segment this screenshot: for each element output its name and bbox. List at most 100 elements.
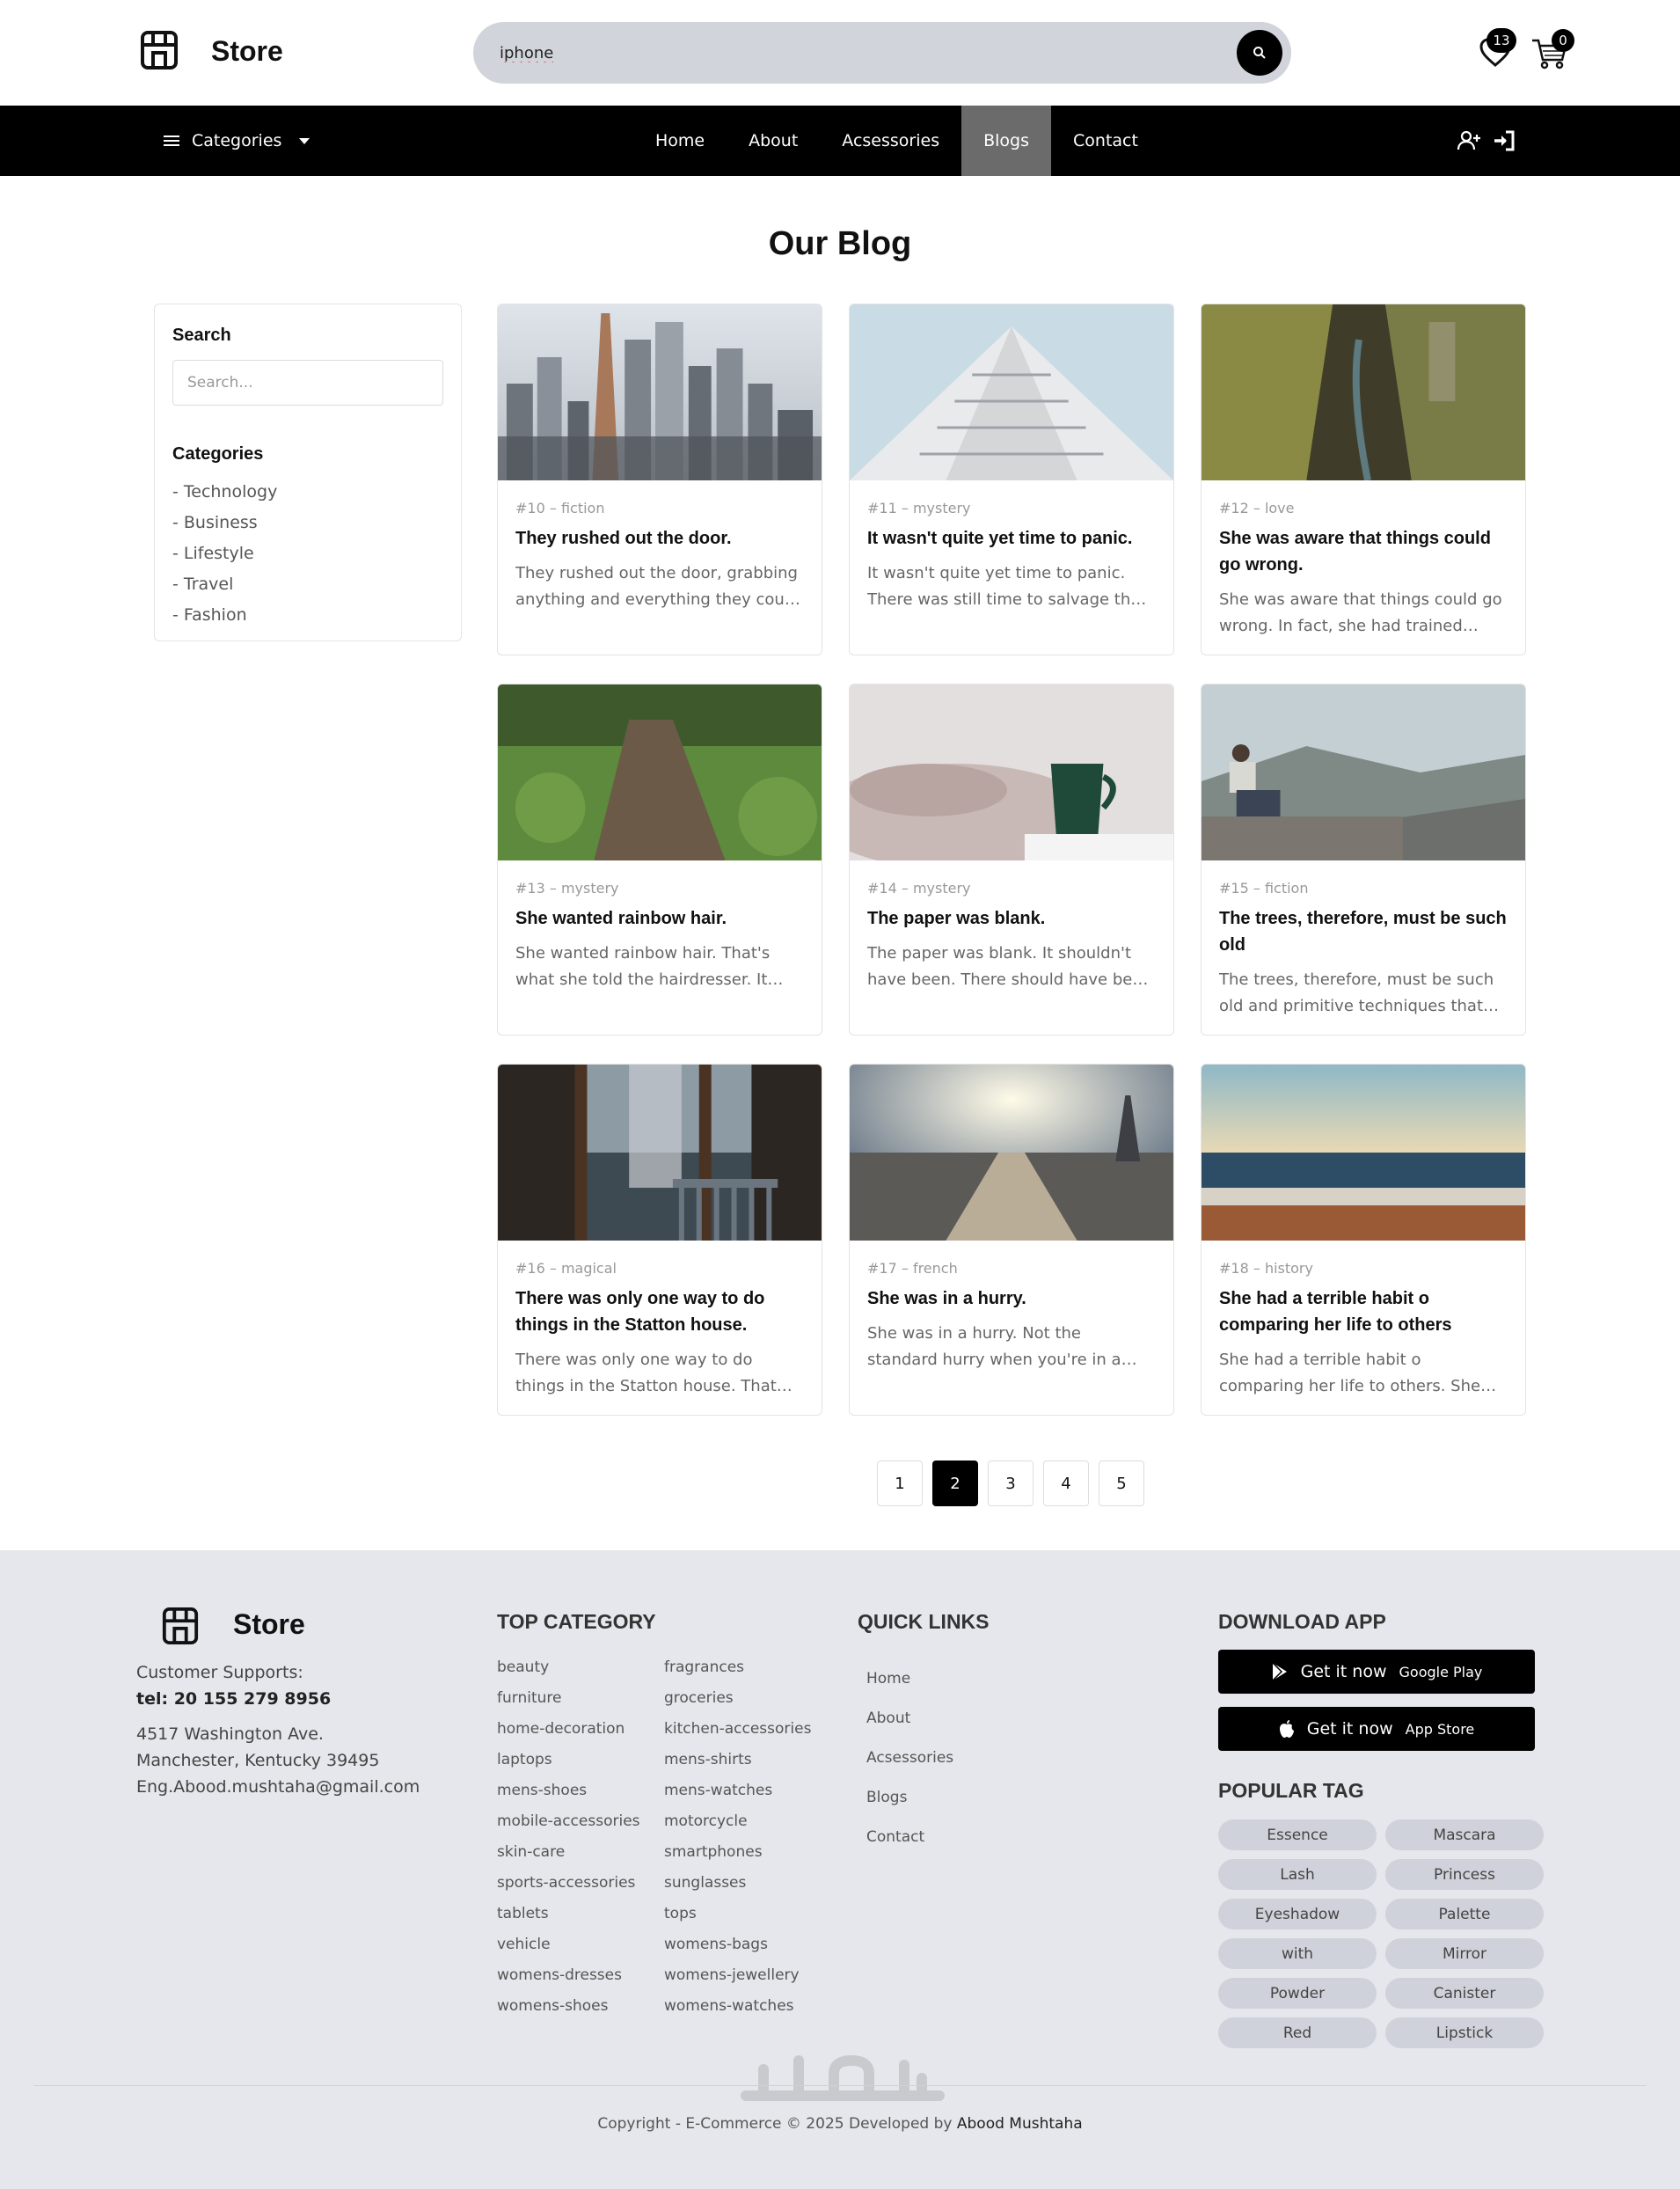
sign-in-icon[interactable] [1492, 128, 1516, 153]
blog-card[interactable]: #13 – mystery She wanted rainbow hair. S… [497, 684, 822, 1036]
page-button-3[interactable]: 3 [988, 1461, 1034, 1506]
caret-down-icon [299, 137, 310, 144]
footer-category-link[interactable]: skin-care [497, 1837, 664, 1868]
footer-category-link[interactable]: motorcycle [664, 1806, 831, 1837]
google-play-button[interactable]: Get it now Google Play [1218, 1650, 1535, 1694]
post-title[interactable]: The paper was blank. [867, 905, 1156, 932]
tag-pill[interactable]: Lash [1218, 1859, 1377, 1890]
post-meta: #11 – mystery [867, 500, 971, 516]
footer-category-link[interactable]: fragrances [664, 1652, 831, 1683]
footer-category-link[interactable]: sunglasses [664, 1868, 831, 1899]
app-store-store: App Store [1405, 1720, 1475, 1738]
support-phone[interactable]: tel: 20 155 279 8956 [136, 1686, 420, 1712]
post-title[interactable]: The trees, therefore, must be such old [1219, 905, 1508, 958]
quick-link-blogs[interactable]: Blogs [866, 1778, 953, 1818]
nav-link-acsessories[interactable]: Acsessories [820, 106, 961, 176]
nav-account-icons [1457, 128, 1516, 153]
footer-category-link[interactable]: laptops [497, 1745, 664, 1775]
footer-brand-name: Store [233, 1608, 305, 1640]
post-excerpt: She was in a hurry. Not the standard hur… [867, 1324, 1121, 1369]
post-title[interactable]: She was in a hurry. [867, 1285, 1156, 1312]
post-title[interactable]: She wanted rainbow hair. [515, 905, 804, 932]
footer-category-link[interactable]: mens-shirts [664, 1745, 831, 1775]
support-email[interactable]: Eng.Abood.mushtaha@gmail.com [136, 1774, 420, 1800]
nav-link-about[interactable]: About [727, 106, 820, 176]
brand-logo[interactable]: Store [139, 30, 283, 70]
tag-pill[interactable]: with [1218, 1938, 1377, 1969]
blog-card[interactable]: #18 – history She had a terrible habit o… [1201, 1064, 1526, 1416]
sidebar-category-technology[interactable]: - Technology [172, 477, 443, 508]
address-line-2: Manchester, Kentucky 39495 [136, 1751, 380, 1770]
page-button-2[interactable]: 2 [932, 1461, 978, 1506]
quick-link-about[interactable]: About [866, 1699, 953, 1739]
footer-category-link[interactable]: mens-watches [664, 1775, 831, 1806]
categories-dropdown-button[interactable]: Categories [164, 106, 310, 176]
tag-pill[interactable]: Eyeshadow [1218, 1899, 1377, 1929]
tag-pill[interactable]: Essence [1218, 1819, 1377, 1850]
tag-pill[interactable]: Mascara [1385, 1819, 1544, 1850]
footer-category-link[interactable]: vehicle [497, 1929, 664, 1960]
page-button-1[interactable]: 1 [877, 1461, 923, 1506]
sidebar-category-lifestyle[interactable]: - Lifestyle [172, 538, 443, 569]
footer-category-link[interactable]: sports-accessories [497, 1868, 664, 1899]
search-button[interactable] [1237, 30, 1282, 76]
blog-search-input[interactable] [172, 360, 443, 406]
post-title[interactable]: She was aware that things could go wrong… [1219, 525, 1508, 578]
blog-card[interactable]: #10 – fiction They rushed out the door. … [497, 304, 822, 655]
quick-link-acsessories[interactable]: Acsessories [866, 1739, 953, 1778]
blog-card[interactable]: #11 – mystery It wasn't quite yet time t… [849, 304, 1174, 655]
post-title[interactable]: There was only one way to do things in t… [515, 1285, 804, 1338]
footer-category-link[interactable]: kitchen-accessories [664, 1714, 831, 1745]
app-store-button[interactable]: Get it now App Store [1218, 1707, 1535, 1751]
cart-count-badge: 0 [1552, 29, 1574, 52]
footer-category-link[interactable]: womens-dresses [497, 1960, 664, 1991]
sidebar-category-fashion[interactable]: - Fashion [172, 600, 443, 631]
nav-link-home[interactable]: Home [633, 106, 727, 176]
footer-category-link[interactable]: mens-shoes [497, 1775, 664, 1806]
top-header: Store 13 0 [0, 0, 1680, 106]
tag-pill[interactable]: Palette [1385, 1899, 1544, 1929]
footer-category-link[interactable]: womens-jewellery [664, 1960, 831, 1991]
blog-card[interactable]: #15 – fiction The trees, therefore, must… [1201, 684, 1526, 1036]
watermark-logo [741, 2054, 945, 2101]
tag-pill[interactable]: Powder [1218, 1978, 1377, 2009]
copyright-author[interactable]: Abood Mushtaha [957, 2115, 1083, 2133]
footer-category-link[interactable]: tops [664, 1899, 831, 1929]
tag-pill[interactable]: Lipstick [1385, 2017, 1544, 2048]
sidebar-category-business[interactable]: - Business [172, 508, 443, 538]
tag-pill[interactable]: Mirror [1385, 1938, 1544, 1969]
footer-category-link[interactable]: beauty [497, 1652, 664, 1683]
footer-category-link[interactable]: womens-watches [664, 1991, 831, 2022]
post-title[interactable]: It wasn't quite yet time to panic. [867, 525, 1156, 552]
tag-pill[interactable]: Princess [1385, 1859, 1544, 1890]
sidebar-category-travel[interactable]: - Travel [172, 569, 443, 600]
footer-category-link[interactable]: smartphones [664, 1837, 831, 1868]
tag-pill[interactable]: Canister [1385, 1978, 1544, 2009]
search-input[interactable] [500, 36, 1186, 70]
footer-category-link[interactable]: furniture [497, 1683, 664, 1714]
post-title[interactable]: They rushed out the door. [515, 525, 804, 552]
quick-link-home[interactable]: Home [866, 1659, 953, 1699]
nav-link-contact[interactable]: Contact [1051, 106, 1160, 176]
user-plus-icon[interactable] [1457, 128, 1481, 153]
footer-category-link[interactable]: tablets [497, 1899, 664, 1929]
footer-category-link[interactable]: groceries [664, 1683, 831, 1714]
footer-category-link[interactable]: womens-shoes [497, 1991, 664, 2022]
page-button-4[interactable]: 4 [1043, 1461, 1089, 1506]
search-icon [1253, 47, 1266, 59]
blog-card[interactable]: #12 – love She was aware that things cou… [1201, 304, 1526, 655]
blog-card[interactable]: #14 – mystery The paper was blank. The p… [849, 684, 1174, 1036]
quick-link-contact[interactable]: Contact [866, 1818, 953, 1857]
footer-category-link[interactable]: mobile-accessories [497, 1806, 664, 1837]
quick-links-heading: QUICK LINKS [858, 1610, 990, 1633]
post-title[interactable]: She had a terrible habit o comparing her… [1219, 1285, 1508, 1338]
blog-card[interactable]: #16 – magical There was only one way to … [497, 1064, 822, 1416]
blog-card[interactable]: #17 – french She was in a hurry. She was… [849, 1064, 1174, 1416]
post-image [498, 1065, 822, 1241]
footer-category-link[interactable]: home-decoration [497, 1714, 664, 1745]
nav-link-blogs[interactable]: Blogs [961, 106, 1052, 176]
tag-pill[interactable]: Red [1218, 2017, 1377, 2048]
footer-category-link[interactable]: womens-bags [664, 1929, 831, 1960]
popular-tag-heading: POPULAR TAG [1218, 1779, 1364, 1802]
page-button-5[interactable]: 5 [1099, 1461, 1144, 1506]
